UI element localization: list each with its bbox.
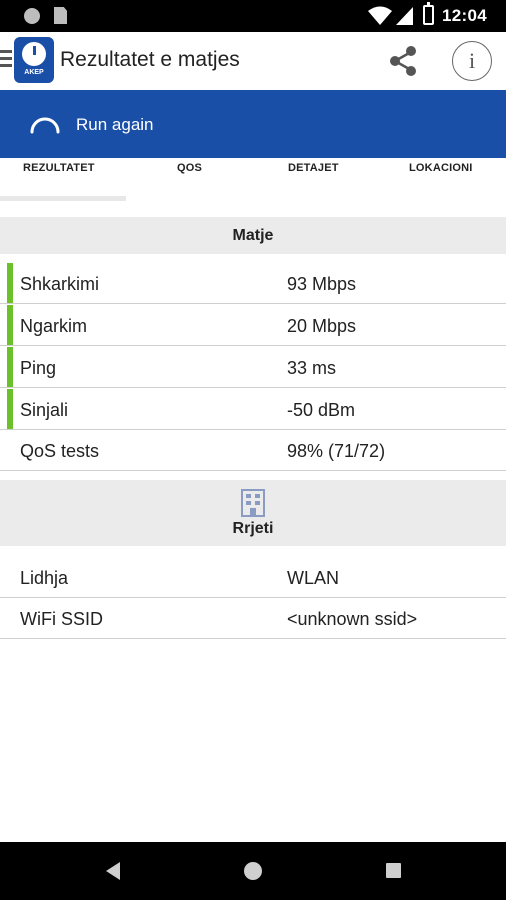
home-icon[interactable]: [244, 862, 262, 880]
status-bar: 12:04: [0, 0, 506, 32]
page-title: Rezultatet e matjes: [60, 48, 240, 71]
row-label: Ping: [20, 358, 57, 378]
app-logo: AKEP: [14, 37, 54, 83]
share-icon[interactable]: [386, 44, 420, 78]
run-again-button[interactable]: Run again: [0, 90, 506, 158]
row-value: <unknown ssid>: [287, 609, 418, 629]
section-title: Rrjeti: [232, 520, 274, 537]
row-label: WiFi SSID: [20, 609, 103, 629]
status-indicator-bar: [7, 347, 13, 387]
network-row-wifi-ssid: WiFi SSID <unknown ssid>: [0, 598, 506, 639]
row-label: QoS tests: [20, 441, 100, 461]
section-title: Matje: [232, 227, 274, 244]
result-row-upload: Ngarkim 20 Mbps: [0, 305, 506, 346]
back-icon[interactable]: [106, 862, 120, 880]
app-toolbar: AKEP Rezultatet e matjes i: [0, 32, 506, 90]
tab-qos[interactable]: QOS: [177, 162, 202, 174]
tab-rezultatet[interactable]: REZULTATET: [23, 162, 95, 174]
row-value: 33 ms: [287, 358, 337, 378]
row-label: Shkarkimi: [20, 274, 100, 294]
row-value: 98% (71/72): [287, 441, 386, 461]
wifi-icon: [368, 6, 392, 25]
system-nav-bar: [0, 842, 506, 900]
notification-dot-icon: [24, 8, 40, 24]
row-value: WLAN: [287, 568, 340, 588]
sd-card-icon: [54, 7, 67, 24]
row-value: 93 Mbps: [287, 274, 357, 294]
recent-apps-icon[interactable]: [386, 863, 401, 878]
tab-bar: REZULTATET QOS DETAJET LOKACIONI: [0, 158, 506, 206]
tab-lokacioni[interactable]: LOKACIONI: [409, 162, 473, 174]
stopwatch-icon: [22, 42, 46, 66]
run-again-label: Run again: [76, 115, 154, 134]
clock-time: 12:04: [442, 6, 487, 25]
hamburger-icon[interactable]: [0, 50, 12, 71]
tab-detajet[interactable]: DETAJET: [288, 162, 339, 174]
battery-icon: [423, 2, 434, 25]
row-value: -50 dBm: [287, 400, 356, 420]
row-value: 20 Mbps: [287, 316, 357, 336]
loading-spinner-icon: [30, 117, 60, 134]
section-header-matje: Matje: [0, 217, 506, 254]
network-row-connection: Lidhja WLAN: [0, 557, 506, 598]
result-row-download: Shkarkimi 93 Mbps: [0, 263, 506, 304]
section-header-rrjeti: Rrjeti: [0, 480, 506, 546]
cellular-signal-icon: [396, 7, 413, 25]
tab-indicator: [0, 196, 126, 201]
logo-text: AKEP: [24, 69, 44, 76]
row-label: Lidhja: [20, 568, 69, 588]
status-indicator-bar: [7, 263, 13, 303]
status-indicator-bar: [7, 305, 13, 345]
result-row-qos-tests: QoS tests 98% (71/72): [0, 430, 506, 471]
status-indicator-bar: [7, 389, 13, 429]
result-row-signal: Sinjali -50 dBm: [0, 389, 506, 430]
info-icon[interactable]: i: [452, 41, 492, 81]
result-row-ping: Ping 33 ms: [0, 347, 506, 388]
row-label: Ngarkim: [20, 316, 88, 336]
row-label: Sinjali: [20, 400, 69, 420]
building-icon: [241, 489, 265, 517]
